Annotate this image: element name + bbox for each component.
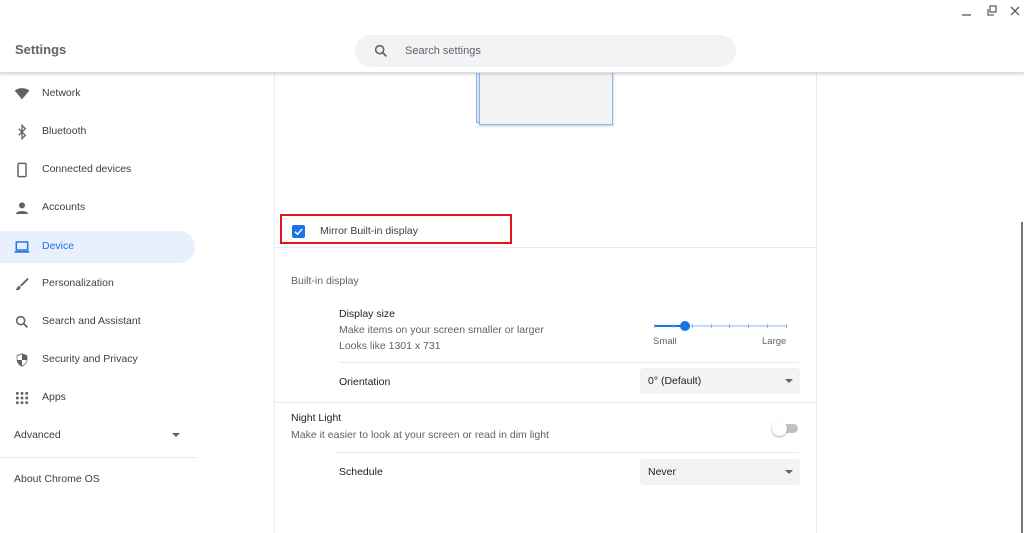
- sidebar-item-label: Network: [42, 87, 81, 99]
- top-bar: Settings: [0, 0, 1024, 73]
- divider: [275, 402, 816, 403]
- display-preview[interactable]: [479, 70, 613, 125]
- app-title: Settings: [15, 42, 67, 57]
- sidebar-item-label: Personalization: [42, 277, 114, 289]
- divider: [339, 362, 799, 363]
- advanced-label: Advanced: [14, 429, 61, 441]
- device-display-page: Mirror Built-in display Built-in display…: [275, 70, 817, 533]
- chevron-down-icon: [785, 470, 793, 474]
- close-icon[interactable]: [1008, 4, 1022, 18]
- sidebar-item-apps[interactable]: Apps: [0, 382, 195, 414]
- search-icon: [15, 315, 28, 328]
- sidebar-item-network[interactable]: Network: [0, 78, 195, 110]
- chevron-down-icon: [785, 379, 793, 383]
- slider-tick: [767, 324, 769, 328]
- person-icon: [16, 202, 28, 214]
- slider-tick: [691, 324, 693, 328]
- orientation-value: 0° (Default): [648, 375, 702, 387]
- sidebar-item-security-and-privacy[interactable]: Security and Privacy: [0, 344, 195, 376]
- schedule-title: Schedule: [339, 466, 383, 478]
- phone-icon: [17, 162, 27, 178]
- divider: [336, 452, 799, 453]
- display-size-title: Display size: [339, 308, 396, 320]
- sidebar-item-search-and-assistant[interactable]: Search and Assistant: [0, 306, 195, 338]
- sidebar-item-label: Connected devices: [42, 163, 132, 175]
- slider-max-label: Large: [762, 336, 787, 347]
- orientation-dropdown[interactable]: 0° (Default): [640, 368, 800, 394]
- brush-icon: [15, 278, 29, 291]
- toggle-knob: [772, 421, 787, 436]
- night-light-toggle[interactable]: [772, 421, 798, 436]
- search-input[interactable]: [405, 35, 725, 67]
- slider-min-label: Small: [653, 336, 677, 347]
- sidebar-item-label: Accounts: [42, 201, 86, 213]
- schedule-value: Never: [648, 466, 677, 478]
- sidebar-advanced-toggle[interactable]: Advanced: [0, 418, 195, 450]
- bluetooth-icon: [18, 124, 27, 140]
- display-size-slider[interactable]: [654, 320, 787, 332]
- shield-icon: [16, 353, 28, 367]
- search-icon: [374, 44, 387, 57]
- divider: [275, 247, 816, 248]
- sidebar-item-label: Search and Assistant: [42, 315, 141, 327]
- night-light-title: Night Light: [291, 412, 342, 424]
- search-box[interactable]: [355, 35, 736, 67]
- restore-icon[interactable]: [985, 4, 999, 18]
- chevron-down-icon: [172, 433, 180, 437]
- sidebar-item-label: Bluetooth: [42, 125, 87, 137]
- sidebar-item-accounts[interactable]: Accounts: [0, 192, 195, 224]
- sidebar-item-bluetooth[interactable]: Bluetooth: [0, 116, 195, 148]
- slider-tick: [729, 324, 731, 328]
- sidebar-item-connected-devices[interactable]: Connected devices: [0, 154, 195, 186]
- display-size-description: Make items on your screen smaller or lar…: [339, 324, 544, 336]
- sidebar: Network Bluetooth Connected devices Acco…: [0, 74, 275, 533]
- slider-tick: [710, 324, 712, 328]
- sidebar-item-label: Device: [42, 240, 75, 252]
- wifi-icon: [14, 88, 30, 100]
- display-size-resolution: Looks like 1301 x 731: [339, 340, 441, 352]
- slider-tick: [748, 324, 750, 328]
- sidebar-item-label: Apps: [42, 391, 66, 403]
- laptop-icon: [14, 241, 30, 253]
- builtin-display-heading: Built-in display: [291, 275, 359, 287]
- checkmark-icon: [294, 228, 303, 236]
- sidebar-item-personalization[interactable]: Personalization: [0, 268, 195, 300]
- minimize-icon[interactable]: [960, 4, 974, 18]
- schedule-dropdown[interactable]: Never: [640, 459, 800, 485]
- mirror-display-checkbox[interactable]: [292, 225, 305, 238]
- apps-grid-icon: [15, 391, 29, 405]
- slider-tick: [672, 324, 674, 328]
- sidebar-item-label: Security and Privacy: [42, 353, 138, 365]
- orientation-title: Orientation: [339, 376, 391, 388]
- slider-thumb[interactable]: [679, 321, 690, 331]
- mirror-display-label: Mirror Built-in display: [320, 225, 419, 237]
- page-scrollbar[interactable]: [1021, 222, 1023, 533]
- sidebar-item-device[interactable]: Device: [0, 231, 195, 263]
- night-light-description: Make it easier to look at your screen or…: [291, 429, 549, 441]
- slider-tick: [786, 324, 787, 328]
- slider-tick: [654, 324, 655, 328]
- sidebar-divider: [0, 457, 197, 458]
- sidebar-item-about-chrome-os[interactable]: About Chrome OS: [14, 473, 100, 485]
